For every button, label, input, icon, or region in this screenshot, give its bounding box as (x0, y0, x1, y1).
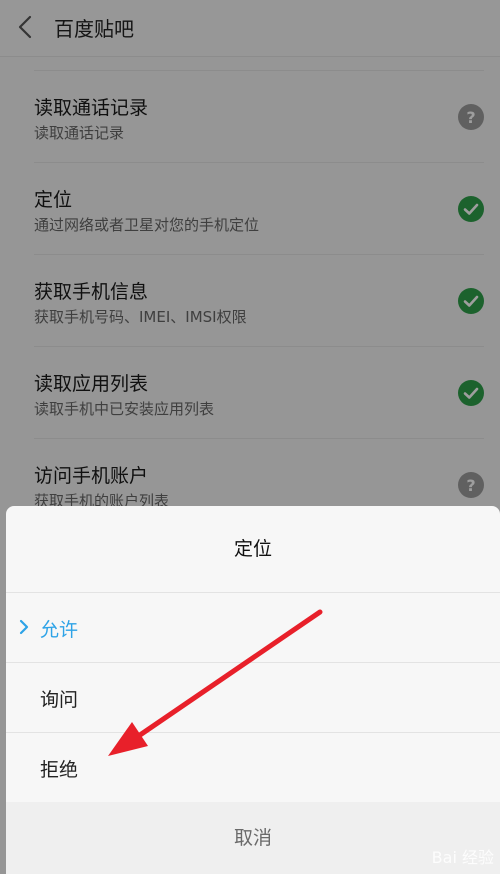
option-allow[interactable]: 允许 (6, 593, 500, 663)
permission-dialog: 定位 允许 询问 拒绝 取消 (6, 506, 500, 874)
option-deny[interactable]: 拒绝 (6, 733, 500, 803)
watermark: Bai 经验 (431, 848, 494, 867)
option-label: 允许 (40, 619, 79, 641)
dialog-title: 定位 (6, 506, 500, 593)
option-label: 询问 (40, 689, 79, 711)
option-ask[interactable]: 询问 (6, 663, 500, 733)
option-label: 拒绝 (40, 759, 79, 781)
cancel-button[interactable]: 取消 (6, 802, 500, 874)
chevron-right-icon (18, 619, 30, 635)
